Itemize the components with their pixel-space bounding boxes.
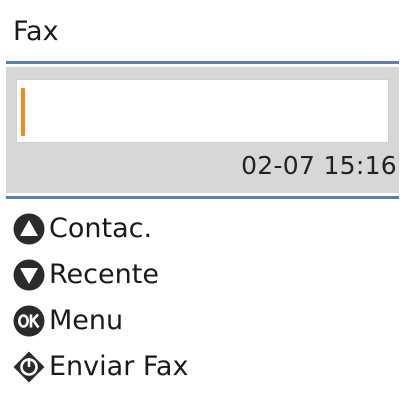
fax-number-field[interactable] [16,79,389,143]
date-time-display: 02-07 15:16 [241,151,397,180]
menu-item-menu[interactable]: Menu [6,298,399,344]
start-diamond-button-icon [12,350,46,384]
fax-entry-panel: 02-07 15:16 [6,67,399,193]
menu-item-label: Contac. [49,213,153,244]
title-bar: Fax [6,6,399,58]
menu-item-label: Recente [49,259,159,290]
down-triangle-button-icon [12,258,46,292]
ok-button-icon [12,304,46,338]
menu-item-label: Enviar Fax [49,351,189,382]
up-triangle-button-icon [12,212,46,246]
title-divider [6,61,399,64]
page-title: Fax [13,16,59,47]
menu-item-send-fax[interactable]: Enviar Fax [6,344,399,390]
fax-screen: Fax 02-07 15:16 Contac. Recente Menu Env… [6,6,399,398]
menu-divider [6,196,399,199]
menu-item-recent[interactable]: Recente [6,252,399,298]
menu-item-contacts[interactable]: Contac. [6,206,399,252]
text-cursor [21,88,25,136]
menu-item-label: Menu [49,305,124,336]
